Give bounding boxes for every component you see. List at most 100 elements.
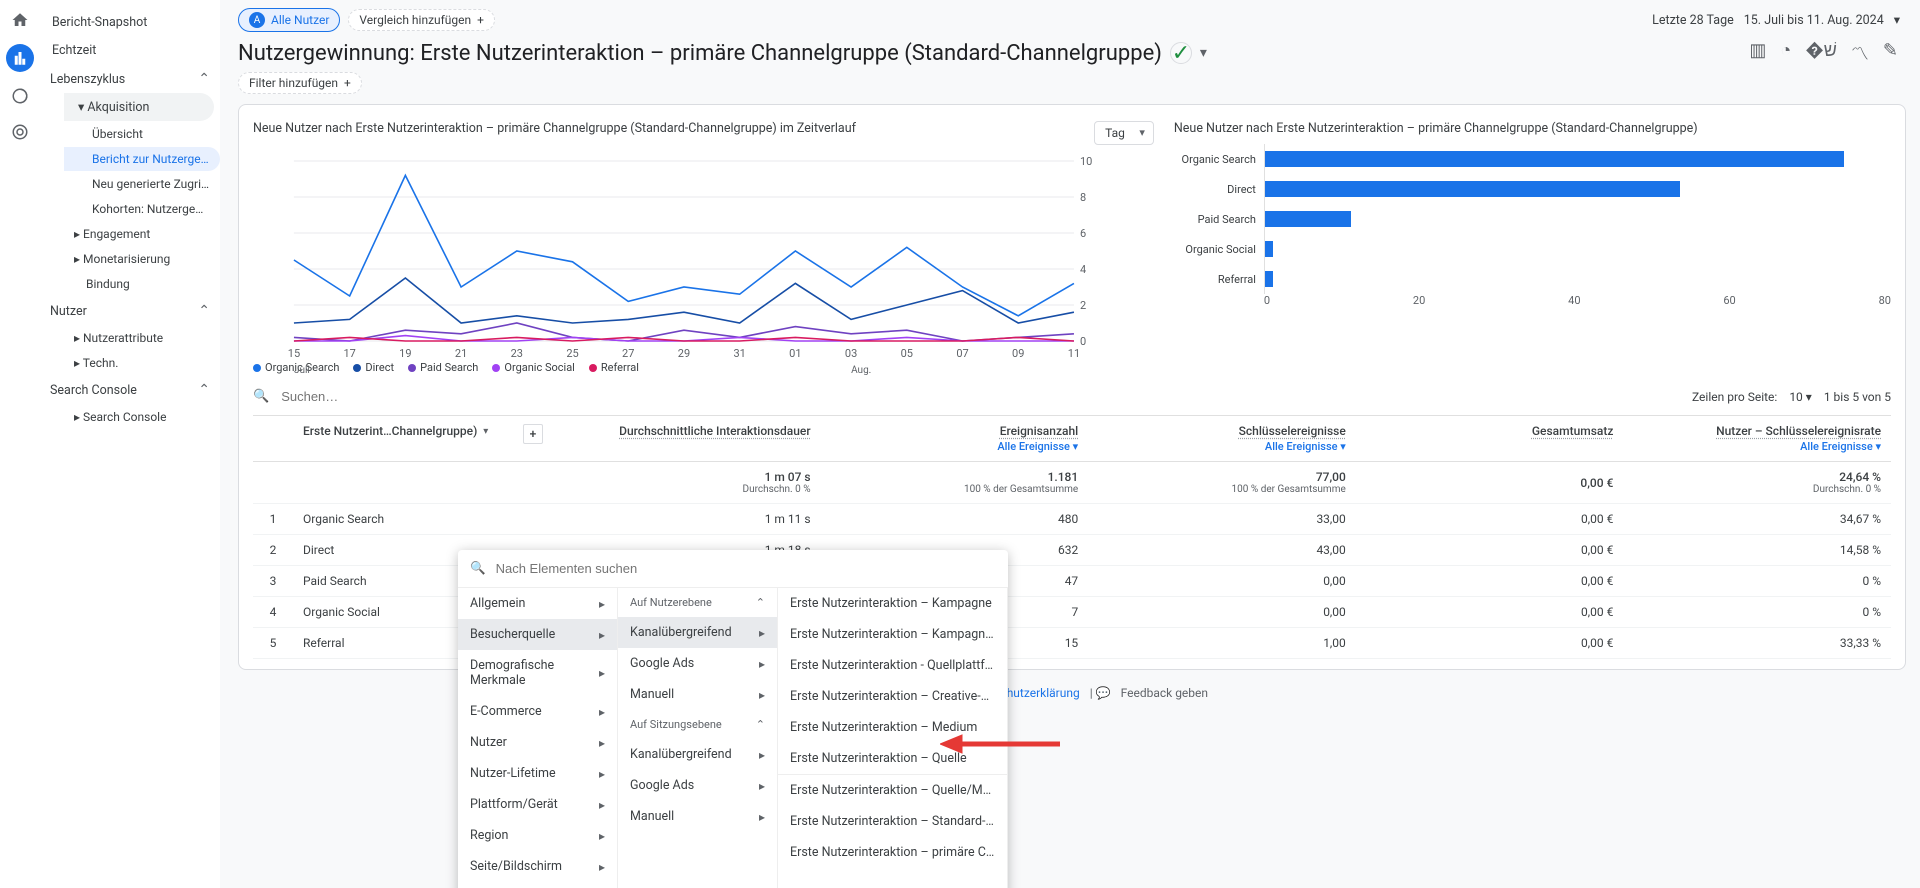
line-chart-title: Neue Nutzer nach Erste Nutzerinteraktion…	[253, 121, 856, 136]
convrate-filter[interactable]: Alle Ereignisse ▾	[1633, 440, 1881, 453]
date-range-picker[interactable]: Letzte 28 Tage 15. Juli bis 11. Aug. 202…	[1652, 12, 1906, 28]
dropdown-item[interactable]: Manuell▸	[618, 679, 777, 710]
table-row[interactable]: 1Organic Search1 m 11 s48033,000,00 €34,…	[253, 504, 1891, 535]
dropdown-item[interactable]: Erste Nutzerinteraktion – Creative-Forma…	[778, 681, 1007, 712]
add-filter-label: Filter hinzufügen	[249, 76, 338, 90]
col-event-count[interactable]: EreignisanzahlAlle Ereignisse ▾	[821, 416, 1089, 462]
report-actions: ▥ ◔ �שׁ 〽 ✎	[1749, 40, 1906, 66]
svg-text:Aug.: Aug.	[851, 365, 871, 376]
topbar: AAlle Nutzer Vergleich hinzufügen + Letz…	[238, 0, 1920, 36]
page-title: Nutzergewinnung: Erste Nutzerinteraktion…	[238, 41, 1207, 66]
col-key-events[interactable]: SchlüsselereignisseAlle Ereignisse ▾	[1088, 416, 1356, 462]
bar-chart-panel: Neue Nutzer nach Erste Nutzerinteraktion…	[1174, 121, 1911, 374]
bar-Organic Social[interactable]: Organic Social	[1174, 234, 1891, 264]
nav-user[interactable]: Nutzer⌃	[40, 297, 220, 325]
add-filter-chip[interactable]: Filter hinzufügen +	[238, 72, 362, 94]
check-icon[interactable]: ✓	[1170, 42, 1192, 64]
col-conv-rate[interactable]: Nutzer – SchlüsselereignisrateAlle Ereig…	[1623, 416, 1891, 462]
bar-Direct[interactable]: Direct	[1174, 174, 1891, 204]
reports-icon[interactable]	[6, 44, 34, 72]
bar-Referral[interactable]: Referral	[1174, 264, 1891, 294]
svg-text:25: 25	[566, 347, 578, 360]
insights-icon[interactable]: ◔	[1780, 40, 1791, 66]
dropdown-item[interactable]: Region▸	[458, 820, 617, 851]
nav-overview[interactable]: Übersicht	[64, 122, 220, 146]
share-icon[interactable]: �שׁ	[1805, 40, 1837, 66]
keyevent-filter[interactable]: Alle Ereignisse ▾	[1098, 440, 1346, 453]
dropdown-item[interactable]: Erste Nutzerinteraktion – Quelle/Medium	[778, 775, 1007, 806]
main: AAlle Nutzer Vergleich hinzufügen + Letz…	[220, 0, 1920, 888]
nav-acquisition[interactable]: ▾ Akquisition	[64, 93, 214, 121]
col-revenue[interactable]: Gesamtumsatz	[1356, 416, 1624, 462]
dropdown-item[interactable]: Zeit▸	[458, 882, 617, 888]
dropdown-item[interactable]: Erste Nutzerinteraktion – Kampagnen-ID	[778, 619, 1007, 650]
dropdown-item[interactable]: Manuell▸	[618, 801, 777, 832]
nav-search-console[interactable]: Search Console⌃	[40, 376, 220, 404]
dimension-selector[interactable]: Erste Nutzerint…Channelgruppe)	[303, 424, 503, 438]
dropdown-section: Auf Nutzerebene⌃	[618, 588, 777, 617]
dropdown-item[interactable]: Demografische Merkmale▸	[458, 650, 617, 696]
add-dimension-button[interactable]: +	[523, 424, 543, 444]
granularity-select[interactable]: Tag	[1094, 121, 1154, 145]
nav-user-acq-report[interactable]: Bericht zur Nutzergewinnu…	[64, 147, 220, 171]
dropdown-item[interactable]: Google Ads▸	[618, 648, 777, 679]
bar-chart[interactable]: Organic SearchDirectPaid SearchOrganic S…	[1174, 144, 1891, 344]
svg-text:09: 09	[1012, 347, 1024, 360]
home-icon[interactable]	[8, 8, 32, 32]
svg-text:21: 21	[455, 347, 467, 360]
bar-Paid Search[interactable]: Paid Search	[1174, 204, 1891, 234]
dropdown-item[interactable]: Allgemein▸	[458, 588, 617, 619]
chip-add-compare[interactable]: Vergleich hinzufügen +	[348, 9, 495, 31]
advertising-icon[interactable]	[8, 120, 32, 144]
dropdown-item[interactable]: Erste Nutzerinteraktion – primäre Channe…	[778, 837, 1007, 868]
dropdown-item[interactable]: Erste Nutzerinteraktion – Standard-Chann…	[778, 806, 1007, 837]
nav-tech[interactable]: ▸ Techn.	[64, 351, 220, 375]
nav-sc-label: Search Console	[50, 383, 137, 398]
chip-all-users[interactable]: AAlle Nutzer	[238, 8, 340, 32]
feedback-link[interactable]: Feedback geben	[1121, 686, 1208, 700]
line-chart-panel: Neue Nutzer nach Erste Nutzerinteraktion…	[253, 121, 1154, 374]
dropdown-item[interactable]: Seite/Bildschirm▸	[458, 851, 617, 882]
dropdown-item[interactable]: Erste Nutzerinteraktion – Kampagne	[778, 588, 1007, 619]
nav-monetization[interactable]: ▸ Monetarisierung	[64, 247, 220, 271]
svg-text:0: 0	[1080, 335, 1086, 348]
col-avg-engagement[interactable]: Durchschnittliche Interaktionsdauer	[553, 416, 821, 462]
chip-compare-label: Vergleich hinzufügen	[359, 13, 471, 27]
rows-per-page-select[interactable]: 10 ▾	[1789, 390, 1812, 404]
svg-text:15: 15	[288, 347, 300, 360]
compare-icon[interactable]: ▥	[1749, 40, 1766, 66]
line-chart[interactable]: 0246810151719212325272931010305070911Jul…	[253, 151, 1134, 351]
dropdown-item[interactable]: Plattform/Gerät▸	[458, 789, 617, 820]
nav-cohorts[interactable]: Kohorten: Nutzergewinnung	[64, 197, 220, 221]
edit-icon[interactable]: ✎	[1883, 40, 1898, 66]
nav-new-visits[interactable]: Neu generierte Zugriffe	[64, 172, 220, 196]
dropdown-item[interactable]: Besucherquelle▸	[458, 619, 617, 650]
svg-text:27: 27	[622, 347, 634, 360]
dropdown-search-input[interactable]	[494, 560, 996, 577]
nav-realtime[interactable]: Echtzeit	[40, 37, 220, 64]
nav-search-console-sub[interactable]: ▸ Search Console	[64, 405, 220, 429]
nav-lifecycle[interactable]: Lebenszyklus⌃	[40, 65, 220, 93]
date-range: 15. Juli bis 11. Aug. 2024	[1744, 13, 1884, 28]
dropdown-item[interactable]: Google Ads▸	[618, 770, 777, 801]
nav-report-snapshot[interactable]: Bericht-Snapshot	[40, 9, 220, 36]
svg-text:05: 05	[901, 347, 913, 360]
bar-Organic Search[interactable]: Organic Search	[1174, 144, 1891, 174]
dropdown-item[interactable]: Nutzer-Lifetime▸	[458, 758, 617, 789]
nav-engagement[interactable]: ▸ Engagement	[64, 222, 220, 246]
explore-icon[interactable]	[8, 84, 32, 108]
nav-retention[interactable]: Bindung	[64, 272, 220, 296]
event-filter[interactable]: Alle Ereignisse ▾	[831, 440, 1079, 453]
trend-icon[interactable]: 〽	[1851, 40, 1869, 66]
dropdown-item[interactable]: Kanalübergreifend▸	[618, 739, 777, 770]
nav-user-attr[interactable]: ▸ Nutzerattribute	[64, 326, 220, 350]
dropdown-item[interactable]: Nutzer▸	[458, 727, 617, 758]
dropdown-item[interactable]: E-Commerce▸	[458, 696, 617, 727]
dropdown-col-2: Auf Nutzerebene⌃Kanalübergreifend▸Google…	[618, 588, 778, 888]
dropdown-item[interactable]: Erste Nutzerinteraktion - Quellplattform	[778, 650, 1007, 681]
svg-text:23: 23	[511, 347, 523, 360]
table-search-input[interactable]	[279, 388, 579, 405]
sidebar: Bericht-Snapshot Echtzeit Lebenszyklus⌃ …	[40, 0, 220, 888]
dropdown-item[interactable]: Kanalübergreifend▸	[618, 617, 777, 648]
chevron-down-icon[interactable]: ▾	[1200, 45, 1207, 61]
